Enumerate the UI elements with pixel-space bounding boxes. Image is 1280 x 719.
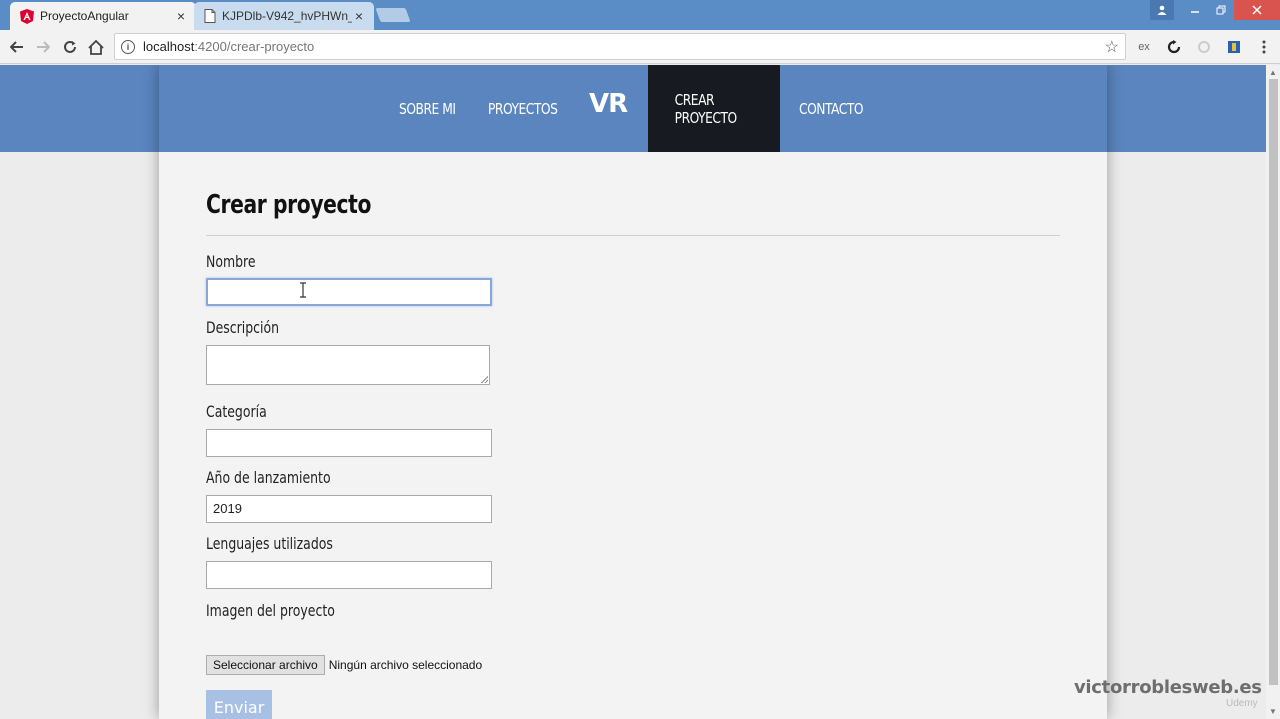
tab-proyecto-angular[interactable]: ProyectoAngular ×	[10, 2, 196, 30]
submit-button[interactable]: Enviar	[206, 690, 272, 719]
categoria-label: Categoría	[206, 402, 267, 421]
text-cursor-icon	[300, 282, 306, 298]
home-icon[interactable]	[85, 36, 107, 58]
site-navigation: SOBRE MI PROYECTOS VR CREAR PROYECTO CON…	[159, 65, 1107, 152]
udemy-watermark: Udemy	[1226, 698, 1258, 709]
page-scrollbar[interactable]: ▲ ▼	[1266, 65, 1280, 719]
file-status: Ningún archivo seleccionado	[328, 658, 483, 672]
url-path: :4200/crear-proyecto	[194, 39, 315, 54]
form-content: Crear proyecto Nombre Descripción Catego…	[206, 190, 1060, 719]
restore-icon[interactable]	[1208, 0, 1234, 20]
browser-tab-strip: ProyectoAngular × KJPDlb-V942_hvPHWn_S ×	[0, 0, 1280, 30]
watermark: victorroblesweb.es	[1074, 677, 1262, 698]
extension-blue-icon[interactable]	[1224, 37, 1244, 57]
browser-toolbar: i localhost:4200/crear-proyecto ☆ ex	[0, 30, 1280, 64]
window-controls	[1150, 0, 1280, 20]
forward-arrow-icon[interactable]	[32, 36, 54, 58]
nombre-input[interactable]	[206, 278, 492, 306]
nav-item-contacto[interactable]: CONTACTO	[799, 65, 864, 152]
extension-icon[interactable]	[1194, 37, 1214, 57]
descripcion-label: Descripción	[206, 318, 280, 337]
file-input[interactable]: Seleccionar archivo Ningún archivo selec…	[206, 655, 482, 675]
browser-menu-icon[interactable]	[1254, 37, 1274, 57]
url-host: localhost	[143, 39, 195, 54]
categoria-input[interactable]	[206, 429, 492, 457]
select-file-button[interactable]: Seleccionar archivo	[206, 655, 325, 675]
nav-item-crear-proyecto[interactable]: CREAR PROYECTO	[648, 65, 780, 152]
window-close-icon[interactable]	[1234, 0, 1280, 20]
minimize-icon[interactable]	[1182, 0, 1208, 20]
anio-input[interactable]: 2019	[206, 495, 492, 523]
address-bar[interactable]: i localhost:4200/crear-proyecto ☆	[114, 33, 1126, 60]
lenguajes-input[interactable]	[206, 561, 492, 589]
page-viewport: SOBRE MI PROYECTOS VR CREAR PROYECTO CON…	[0, 65, 1266, 719]
tab-document[interactable]: KJPDlb-V942_hvPHWn_S ×	[194, 2, 374, 30]
tab-close-icon[interactable]: ×	[174, 8, 188, 24]
nav-item-sobre-mi[interactable]: SOBRE MI	[399, 65, 456, 152]
scroll-down-icon[interactable]: ▼	[1269, 707, 1277, 716]
nav-item-label: CREAR PROYECTO	[674, 90, 738, 127]
reload-icon[interactable]	[59, 36, 81, 58]
title-divider	[206, 235, 1060, 236]
page-title: Crear proyecto	[206, 190, 372, 220]
site-logo[interactable]: VR	[589, 89, 628, 119]
tab-title: ProyectoAngular	[40, 9, 129, 23]
lenguajes-label: Lenguajes utilizados	[206, 534, 333, 553]
new-tab-button[interactable]	[375, 8, 411, 22]
bookmark-star-icon[interactable]: ☆	[1105, 37, 1119, 57]
scrollbar-thumb[interactable]	[1269, 79, 1278, 685]
nombre-label: Nombre	[206, 252, 256, 271]
scroll-up-icon[interactable]: ▲	[1269, 68, 1277, 77]
page-container: SOBRE MI PROYECTOS VR CREAR PROYECTO CON…	[159, 65, 1107, 719]
tab-close-icon[interactable]: ×	[352, 8, 366, 24]
extension-ex-icon[interactable]: ex	[1134, 37, 1154, 57]
user-profile-icon[interactable]	[1150, 0, 1174, 20]
info-icon[interactable]: i	[121, 39, 135, 54]
angular-icon	[20, 8, 34, 24]
sync-extension-icon[interactable]	[1164, 37, 1184, 57]
imagen-label: Imagen del proyecto	[206, 601, 335, 620]
anio-label: Año de lanzamiento	[206, 468, 331, 487]
tab-title: KJPDlb-V942_hvPHWn_S	[222, 9, 352, 23]
back-arrow-icon[interactable]	[6, 36, 28, 58]
nav-item-proyectos[interactable]: PROYECTOS	[488, 65, 558, 152]
document-icon	[204, 9, 216, 23]
descripcion-textarea[interactable]	[206, 345, 490, 385]
resize-grip-icon[interactable]	[481, 376, 488, 383]
